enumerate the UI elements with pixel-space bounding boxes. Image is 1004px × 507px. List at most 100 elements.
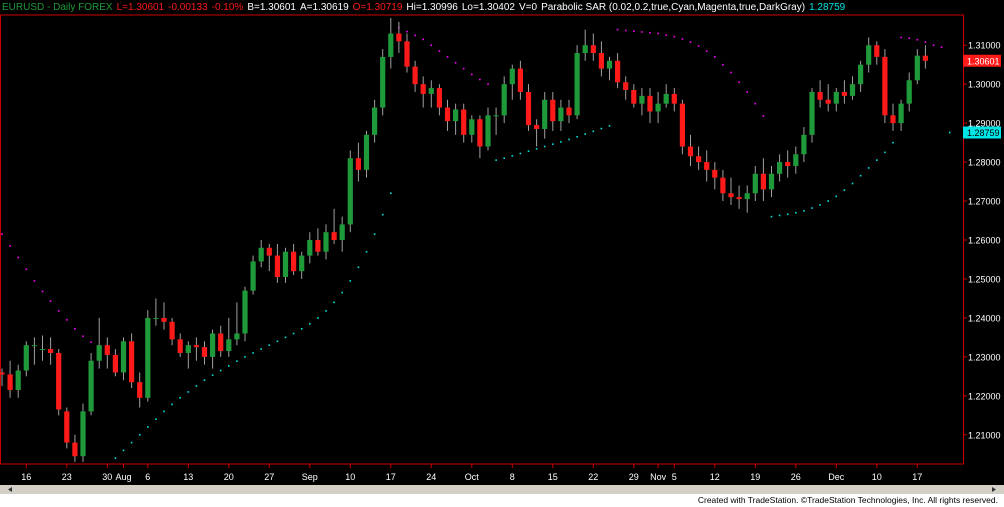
horizontal-scrollbar[interactable]	[0, 485, 1004, 494]
candle-body	[720, 177, 726, 194]
candle	[88, 352, 94, 416]
candle-body	[250, 261, 256, 291]
sar-dot	[203, 379, 206, 382]
candle	[436, 84, 442, 116]
sar-dot	[867, 167, 870, 169]
candle	[453, 103, 459, 135]
candle	[444, 99, 451, 131]
candle	[501, 76, 507, 124]
candle-body	[96, 345, 102, 361]
candle	[833, 88, 839, 112]
candle	[31, 337, 37, 365]
plot-frame	[0, 14, 964, 465]
x-tick-label: 24	[426, 472, 436, 482]
candle	[177, 333, 183, 357]
x-tick-label: 29	[629, 472, 639, 482]
candle-body	[760, 173, 766, 190]
sar-dot	[390, 192, 392, 195]
candle-body	[477, 119, 483, 147]
candle-body	[890, 115, 896, 124]
candle-body	[696, 156, 702, 163]
candle	[809, 88, 815, 143]
y-tick-label: 1.31000	[968, 41, 1001, 51]
candle	[517, 60, 523, 100]
candle-body	[266, 247, 272, 256]
x-tick-label: 6	[145, 472, 150, 482]
scrollbar-track[interactable]	[0, 485, 1004, 494]
candle-body	[728, 193, 734, 198]
candle	[23, 341, 29, 377]
candle-body	[31, 345, 37, 347]
sar-dot	[795, 211, 797, 214]
sar-dot	[90, 341, 92, 343]
candle	[631, 84, 637, 108]
candle	[760, 158, 766, 202]
candle-body	[307, 240, 313, 256]
x-tick-label: 26	[791, 472, 801, 482]
candle-body	[218, 333, 224, 352]
candle-body	[444, 107, 451, 122]
candle-body	[922, 55, 928, 61]
candle	[137, 372, 143, 408]
sar-dot	[754, 102, 757, 105]
candle	[598, 41, 604, 77]
candle	[752, 165, 758, 202]
candle-body	[72, 442, 78, 457]
candle-body	[785, 162, 791, 166]
candle	[153, 298, 159, 326]
sar-dot	[211, 374, 214, 376]
candle-body	[817, 91, 823, 100]
sar-dot	[738, 81, 740, 84]
sar-dot	[608, 125, 611, 127]
sar-dot	[228, 365, 230, 367]
sar-dot	[900, 36, 902, 39]
candle-body	[623, 82, 629, 91]
price-chart[interactable]: 1.21000 1.22000 1.23000 1.24000 1.25000 1.260…	[0, 0, 1004, 494]
candle-body	[874, 45, 880, 57]
candle-body	[566, 107, 572, 116]
candle-body	[129, 341, 135, 383]
candle-body	[15, 370, 21, 390]
candle-body	[299, 255, 305, 272]
candle-body	[501, 84, 507, 116]
sar-dot	[649, 31, 651, 34]
sar-dot	[948, 131, 951, 134]
candle	[550, 91, 556, 131]
candle-body	[56, 352, 62, 410]
sar-dot	[722, 63, 724, 66]
candle	[866, 37, 872, 73]
y-tick-label: 1.25000	[968, 274, 1001, 284]
candle	[161, 302, 167, 330]
sar-dot	[681, 38, 684, 40]
candle	[687, 134, 694, 166]
sar-dot	[268, 344, 271, 346]
x-tick-label: 27	[264, 472, 274, 482]
candle	[80, 403, 86, 463]
candle	[169, 317, 175, 346]
sar-dot	[665, 34, 667, 36]
candle	[679, 99, 685, 155]
candle-body	[380, 56, 386, 108]
candle-body	[428, 88, 434, 94]
candle	[412, 60, 418, 92]
candle	[477, 115, 483, 159]
candle	[849, 76, 856, 100]
candle	[380, 49, 386, 116]
candle	[793, 146, 799, 174]
candle-body	[615, 60, 621, 83]
candle	[307, 232, 313, 264]
candle	[558, 99, 564, 131]
x-tick-label: 5	[672, 472, 677, 482]
x-tick-label: 30	[102, 472, 112, 482]
sar-dot	[770, 215, 773, 218]
x-tick-label: Aug	[115, 472, 131, 482]
sar-dot	[462, 67, 465, 70]
candle	[574, 45, 580, 120]
x-tick-label: Sep	[302, 472, 318, 482]
sar-dot	[74, 328, 76, 330]
last-price-badge-text: 1.30601	[967, 56, 1000, 66]
candle-body	[647, 95, 653, 112]
candle-body	[453, 109, 459, 122]
sar-dot	[730, 71, 732, 74]
candle	[226, 317, 232, 357]
